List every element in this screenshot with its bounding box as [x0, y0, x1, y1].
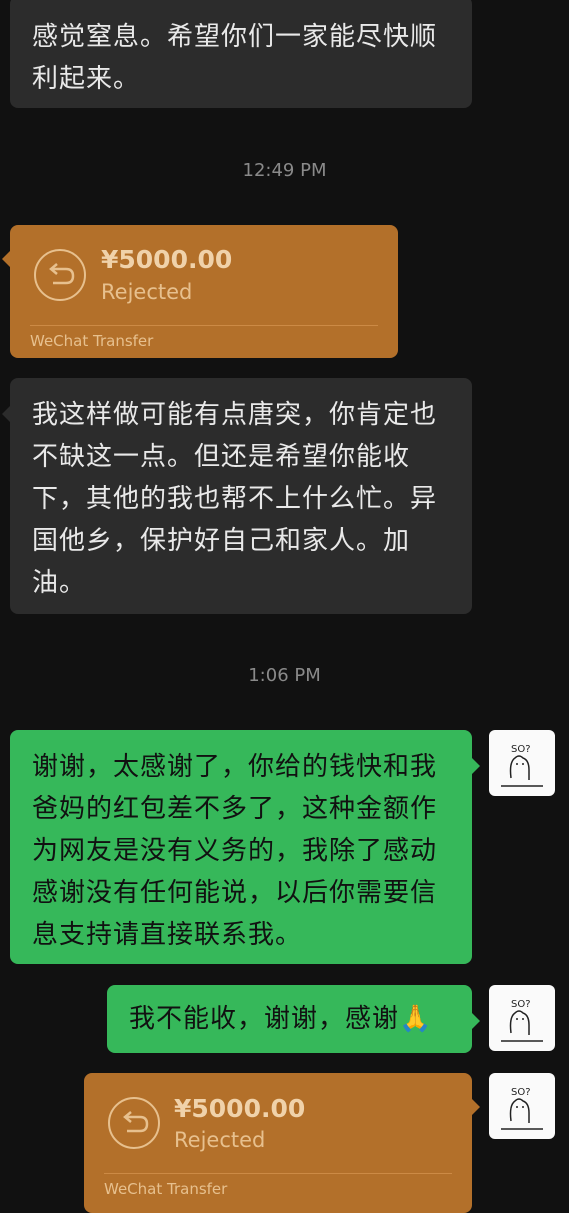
message-line: 我这样做可能有点唐突，你肯定也: [32, 400, 438, 430]
avatar-caption: SO?: [511, 1087, 531, 1098]
wechat-transfer-card[interactable]: ¥5000.00 Rejected WeChat Transfer: [2, 225, 398, 358]
message-line: 感觉窒息。希望你们一家能尽快顺: [32, 22, 438, 52]
message-bubble-outgoing[interactable]: 我不能收，谢谢，感谢🙏: [107, 985, 480, 1053]
message-line: 不缺这一点。但还是希望你能收: [32, 442, 411, 472]
message-line: 为网友是没有义务的，我除了感动: [32, 836, 438, 866]
message-line: 感谢没有任何能说，以后你需要信: [32, 878, 438, 908]
avatar-caption: SO?: [511, 744, 531, 755]
message-line: 爸妈的红包差不多了，这种金额作: [32, 794, 438, 824]
timestamp: 1:06 PM: [248, 665, 321, 686]
transfer-amount: ¥5000.00: [101, 245, 233, 274]
avatar[interactable]: SO?: [489, 730, 555, 796]
message-bubble-incoming[interactable]: 我这样做可能有点唐突，你肯定也 不缺这一点。但还是希望你能收 下，其他的我也帮不…: [2, 378, 472, 614]
transfer-status: Rejected: [101, 280, 193, 304]
timestamp: 12:49 PM: [242, 160, 327, 181]
message-line: 谢谢，太感谢了，你给的钱快和我: [32, 752, 438, 782]
message-line: 国他乡，保护好自己和家人。加: [32, 526, 411, 556]
wechat-transfer-card[interactable]: ¥5000.00 Rejected WeChat Transfer: [84, 1073, 480, 1213]
return-arrow-icon: [34, 249, 86, 301]
message-line: 油。: [32, 568, 87, 598]
message-line: 我不能收，谢谢，感谢🙏: [129, 1004, 433, 1034]
message-line: 下，其他的我也帮不上什么忙。异: [32, 484, 438, 514]
avatar[interactable]: SO?: [489, 985, 555, 1051]
message-line: 息支持请直接联系我。: [32, 920, 303, 950]
avatar-cat-doodle-icon: SO?: [501, 999, 543, 1042]
avatar[interactable]: SO?: [489, 1073, 555, 1139]
return-arrow-icon: [108, 1097, 160, 1149]
transfer-footer: WeChat Transfer: [30, 332, 154, 350]
divider: [30, 325, 378, 326]
avatar-caption: SO?: [511, 999, 531, 1010]
avatar-cat-doodle-icon: SO?: [501, 744, 543, 787]
transfer-amount: ¥5000.00: [174, 1094, 306, 1123]
message-bubble-outgoing[interactable]: 谢谢，太感谢了，你给的钱快和我 爸妈的红包差不多了，这种金额作 为网友是没有义务…: [10, 730, 480, 964]
avatar-cat-doodle-icon: SO?: [501, 1087, 543, 1130]
transfer-status: Rejected: [174, 1128, 266, 1152]
divider: [104, 1173, 452, 1174]
message-bubble-incoming[interactable]: 感觉窒息。希望你们一家能尽快顺 利起来。: [10, 0, 472, 108]
transfer-footer: WeChat Transfer: [104, 1180, 228, 1198]
message-line: 利起来。: [32, 64, 141, 94]
